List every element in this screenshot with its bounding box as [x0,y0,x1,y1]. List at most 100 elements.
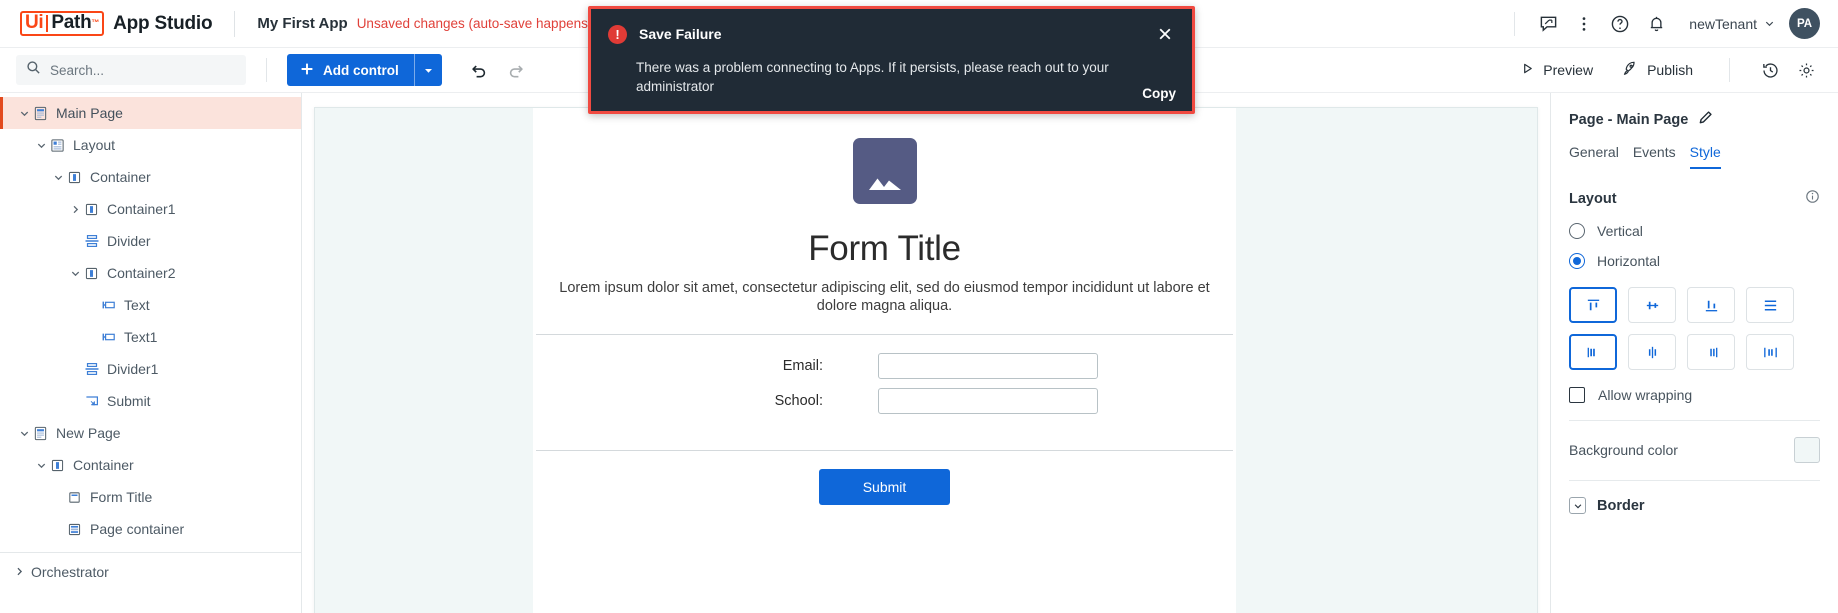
tree-node-label: Form Title [90,489,153,505]
add-control-main[interactable]: Add control [287,54,414,86]
orchestrator-label: Orchestrator [31,564,109,580]
tree-node-label: Divider [107,233,151,249]
justify-start-icon[interactable] [1569,334,1617,370]
tree-node-text[interactable]: Text [0,289,301,321]
justify-center-icon[interactable] [1628,334,1676,370]
design-canvas-area[interactable]: Form Title Lorem ipsum dolor sit amet, c… [302,93,1550,613]
align-stretch-icon[interactable] [1746,287,1794,323]
search-input[interactable]: Search... [16,55,246,85]
justify-space-between-icon[interactable] [1746,334,1794,370]
border-label: Border [1597,497,1645,514]
tree-node-main-page[interactable]: Main Page [0,97,301,129]
allow-wrapping-checkbox[interactable]: Allow wrapping [1551,381,1838,403]
tree-node-divider1[interactable]: Divider1 [0,353,301,385]
tree-node-container[interactable]: Container [0,449,301,481]
tree-node-container2[interactable]: Container2 [0,257,301,289]
align-top-icon[interactable] [1569,287,1617,323]
form-submit-area: Submit [533,451,1236,506]
orientation-label: Horizontal [1597,253,1661,269]
tab-style[interactable]: Style [1689,144,1721,169]
form-preview-card[interactable]: Form Title Lorem ipsum dolor sit amet, c… [533,108,1236,613]
properties-title: Page - Main Page [1569,112,1689,128]
container-icon [83,265,100,282]
border-accordion[interactable]: Border [1551,481,1838,514]
tree-node-new-page[interactable]: New Page [0,417,301,449]
component-tree-panel: Main Page Layout Container Container1 Divide… [0,93,302,613]
tree-node-divider[interactable]: Divider [0,225,301,257]
preview-label: Preview [1543,62,1594,78]
tree-node-label: Text1 [124,329,158,345]
form-field-input[interactable] [878,353,1098,380]
divider-icon [83,361,100,378]
help-circle-icon[interactable] [1603,7,1637,41]
info-circle-icon[interactable] [1805,189,1820,209]
justify-end-icon[interactable] [1687,334,1735,370]
radio-button [1569,253,1585,269]
uipath-logo[interactable]: Ui Path ™ App Studio [0,11,213,36]
canvas-surface[interactable]: Form Title Lorem ipsum dolor sit amet, c… [314,107,1538,613]
avatar[interactable]: PA [1789,8,1820,39]
redo-arrow-icon[interactable] [502,55,532,85]
bell-icon[interactable] [1639,7,1673,41]
chevron-down-icon[interactable] [67,268,83,279]
tree-node-label: Container1 [107,201,176,217]
tree-node-label: Layout [73,137,116,153]
toast-header: ! Save Failure [591,9,1192,45]
tree-node-label: Page container [90,521,185,537]
chevron-right-icon[interactable] [67,204,83,215]
add-control-button[interactable]: Add control [287,54,442,86]
background-color-swatch[interactable] [1794,437,1820,463]
add-control-label: Add control [323,62,399,78]
tree-node-text1[interactable]: Text1 [0,321,301,353]
chevron-down-icon[interactable] [33,460,49,471]
feedback-icon[interactable] [1531,7,1565,41]
tree-node-label: Container [90,169,151,185]
undo-arrow-icon[interactable] [464,55,494,85]
publish-button[interactable]: Publish [1609,54,1705,86]
tree-node-container[interactable]: Container [0,161,301,193]
toast-title: Save Failure [639,26,722,42]
form-title: Form Title [808,229,961,268]
label-icon [66,489,83,506]
header-actions: newTenant PA [1514,7,1838,41]
gear-icon[interactable] [1790,54,1822,86]
layout-icon [49,137,66,154]
align-middle-icon[interactable] [1628,287,1676,323]
tree-node-form-title[interactable]: Form Title [0,481,301,513]
cross-axis-alignment-row [1569,287,1820,323]
pencil-icon[interactable] [1698,110,1713,130]
container-icon [83,201,100,218]
orientation-option-horizontal[interactable]: Horizontal [1551,239,1838,269]
close-icon[interactable] [1154,23,1176,45]
alignment-controls [1551,269,1838,370]
app-studio-window: Ui Path ™ App Studio My First App Unsave… [0,0,1838,613]
toast-copy-button[interactable]: Copy [1142,86,1176,101]
tenant-selector[interactable]: newTenant [1689,16,1775,32]
toolbar-divider-2 [1729,58,1730,82]
chevron-down-icon[interactable] [16,108,32,119]
background-color-row: Background color [1551,421,1838,463]
tree-node-layout[interactable]: Layout [0,129,301,161]
submit-button[interactable]: Submit [818,469,951,506]
avatar-initials: PA [1796,17,1813,30]
tree-node-container1[interactable]: Container1 [0,193,301,225]
tab-general[interactable]: General [1569,144,1619,169]
preview-button[interactable]: Preview [1509,56,1605,84]
chevron-down-icon[interactable] [50,172,66,183]
add-control-dropdown-toggle[interactable] [413,54,442,86]
history-clock-icon[interactable] [1754,54,1786,86]
tree-node-page-container[interactable]: Page container [0,513,301,545]
tree-node-label: New Page [56,425,121,441]
header-actions-divider [1514,11,1516,36]
sidebar-item-orchestrator[interactable]: Orchestrator [0,557,301,587]
form-field-input[interactable] [878,388,1098,415]
orientation-option-vertical[interactable]: Vertical [1551,209,1838,239]
tree-node-label: Container2 [107,265,176,281]
tree-node-submit[interactable]: Submit [0,385,301,417]
uipath-logo-mark: Ui Path ™ [20,11,105,36]
chevron-down-icon[interactable] [33,140,49,151]
chevron-down-icon[interactable] [16,428,32,439]
align-bottom-icon[interactable] [1687,287,1735,323]
tab-events[interactable]: Events [1633,144,1676,169]
more-vertical-icon[interactable] [1567,7,1601,41]
